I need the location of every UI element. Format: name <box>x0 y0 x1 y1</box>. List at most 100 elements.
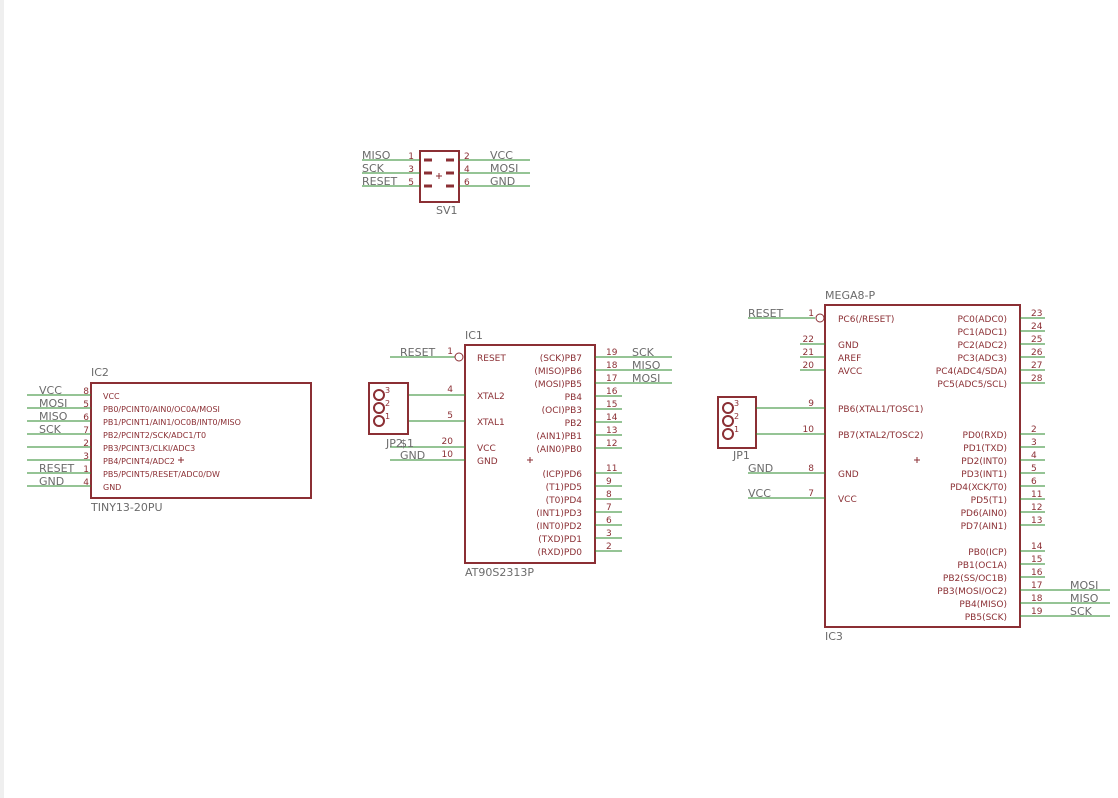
ic3-pin-name: VCC <box>838 495 857 505</box>
ic3-pin-number: 2 <box>1031 425 1037 435</box>
ic3-net-label: MOSI <box>1070 579 1098 592</box>
ic2-net-label: RESET <box>39 462 75 475</box>
ic3-pin-name: PD7(AIN1) <box>961 522 1007 532</box>
ic1-net-label: MOSI <box>632 372 660 385</box>
ic3-pin-number: 13 <box>1031 516 1042 526</box>
sv1-pin-number: 6 <box>464 178 470 188</box>
ic1-net-label: SCK <box>632 346 655 359</box>
jp2-pin-number: 3 <box>385 386 390 395</box>
ic3-pin-name: PD5(T1) <box>971 496 1007 506</box>
ic3-net-label: SCK <box>1070 605 1093 618</box>
ic2-pin-number: 5 <box>83 400 89 410</box>
jp1-pin-number: 1 <box>734 425 739 434</box>
sv1-pin-number: 5 <box>408 178 414 188</box>
ic1-pin-number: 7 <box>606 503 612 513</box>
ic2-pin-name: PB0/PCINT0/AIN0/OC0A/MOSI <box>103 405 220 414</box>
ic3-pin-name: PC3(ADC3) <box>957 354 1007 364</box>
ic2-pin-number: 4 <box>83 478 89 488</box>
ic1-pin-number: 11 <box>606 464 617 474</box>
ic3-pin-number: 25 <box>1031 335 1042 345</box>
ic2-value: TINY13-20PU <box>90 501 163 514</box>
ic2-net-label: VCC <box>39 384 62 397</box>
ic1-pin-name: (ICP)PD6 <box>543 470 583 480</box>
ic1-pin-number: 14 <box>606 413 618 423</box>
ic1-net-label: RESET <box>400 346 436 359</box>
ic3-pin-name: PC1(ADC1) <box>957 328 1007 338</box>
ic3-pin-number: 26 <box>1031 348 1043 358</box>
ic1-pin-number: 8 <box>606 490 612 500</box>
ic3-pin-name: PD3(INT1) <box>961 470 1007 480</box>
ic3-pin-number: 23 <box>1031 309 1042 319</box>
jp1-contact <box>722 415 734 427</box>
ic3-pin-number: 14 <box>1031 542 1043 552</box>
ic2-net-label: SCK <box>39 423 62 436</box>
ic2-name: IC2 <box>91 366 109 379</box>
ic1-pin-name: (MISO)PB6 <box>534 367 582 377</box>
ic1-pin-name: (RXD)PD0 <box>538 548 583 558</box>
ic1-value: AT90S2313P <box>465 566 534 579</box>
ic3-pin-name: PD4(XCK/T0) <box>950 483 1007 493</box>
ic3-pin-number: 9 <box>808 399 814 409</box>
ic2-pin-name: PB3/PCINT3/CLKI/ADC3 <box>103 444 195 453</box>
ic3-pin-name: PC4(ADC4/SDA) <box>936 367 1007 377</box>
ic3-pin-name: PB4(MISO) <box>959 600 1007 610</box>
sv1-net-label: RESET <box>362 175 398 188</box>
ic1-net-label: MISO <box>632 359 661 372</box>
schematic-canvas[interactable]: MISO 1 2 VCCSCK 3 4 MOSIRESET 5 6 GNDSV1IC2TINY13… <box>0 0 1118 798</box>
ic1-pin-number: 13 <box>606 426 617 436</box>
ic1-pin-name: XTAL1 <box>477 418 505 428</box>
ic3-pin-number: 10 <box>803 425 815 435</box>
ic1-pin-name: (T1)PD5 <box>546 483 582 493</box>
ic1-pin-name: (TXD)PD1 <box>538 535 582 545</box>
ic2-pin-number: 2 <box>83 439 89 449</box>
ic3-value: MEGA8-P <box>825 289 875 302</box>
ic3-pin-name: PB5(SCK) <box>965 613 1007 623</box>
ic3-net-label: RESET <box>748 307 784 320</box>
jp2-contact <box>373 389 385 401</box>
ic3-pin-name: PD6(AIN0) <box>961 509 1007 519</box>
ic3-pin-number: 3 <box>1031 438 1037 448</box>
ic3-net-label: GND <box>748 462 773 475</box>
ic3-pin-number: 8 <box>808 464 814 474</box>
ic3-pin-name: PB6(XTAL1/TOSC1) <box>838 405 923 415</box>
ic3-pin-name: PC6(/RESET) <box>838 315 894 325</box>
ic3-name: IC3 <box>825 630 843 643</box>
sv1-pin-number: 1 <box>408 152 414 162</box>
ic3-net-label: VCC <box>748 487 771 500</box>
ic1-pin-number: 20 <box>442 437 454 447</box>
ic1-pin-name: (T0)PD4 <box>546 496 583 506</box>
ic1-reset-inversion-bubble <box>454 352 464 362</box>
ic2-pin-name: PB5/PCINT5/RESET/ADC0/DW <box>103 470 220 479</box>
ic3-pin-number: 20 <box>803 361 815 371</box>
ic2-pin-number: 3 <box>83 452 89 462</box>
ic3-pin-name: PC2(ADC2) <box>957 341 1007 351</box>
ic3-pin-name: AVCC <box>838 367 862 377</box>
ic3-pin-number: 11 <box>1031 490 1042 500</box>
sv1-net-label: MISO <box>362 149 391 162</box>
ic3-pin-number: 5 <box>1031 464 1037 474</box>
sv1-net-label: VCC <box>490 149 513 162</box>
ic2-net-label: MISO <box>39 410 68 423</box>
ic1-pin-name: RESET <box>477 354 506 364</box>
ic2-net-label: MOSI <box>39 397 67 410</box>
ic3-pin-number: 7 <box>808 489 814 499</box>
ic1-net-label: GND <box>400 449 425 462</box>
jp2-pin-number: 2 <box>385 399 390 408</box>
ic3-pin-number: 27 <box>1031 361 1042 371</box>
ic3-pin-number: 15 <box>1031 555 1042 565</box>
ic3-pin-number: 17 <box>1031 581 1042 591</box>
ic3-pin-name: GND <box>838 341 859 351</box>
ic3-pin-number: 16 <box>1031 568 1043 578</box>
ic1-pin-number: 10 <box>442 450 454 460</box>
ic1-pin-number: 12 <box>606 439 617 449</box>
ic3-pin-name: PB7(XTAL2/TOSC2) <box>838 431 923 441</box>
ic3-pin-name: PD0(RXD) <box>963 431 1007 441</box>
ic3-pin-number: 28 <box>1031 374 1043 384</box>
ic3-pin-name: PC0(ADC0) <box>957 315 1007 325</box>
ic1-pin-number: 5 <box>447 411 453 421</box>
ic2-pin-name: PB4/PCINT4/ADC2 <box>103 457 175 466</box>
ic2-pin-name: GND <box>103 483 121 492</box>
sv1-net-label: SCK <box>362 162 385 175</box>
ic2-pin-number: 7 <box>83 426 89 436</box>
sv1-net-label: MOSI <box>490 162 518 175</box>
